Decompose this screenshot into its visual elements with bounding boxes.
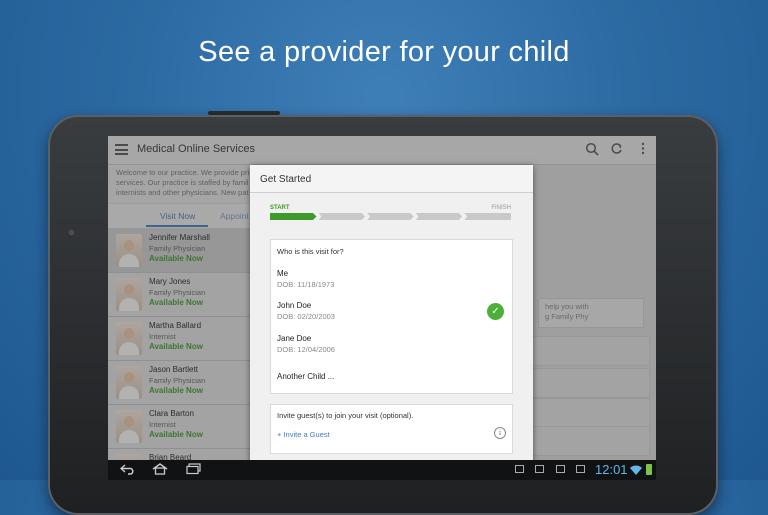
patient-option-me[interactable]: Me DOB: 11/18/1973 bbox=[277, 269, 502, 299]
invite-guest-card: Invite guest(s) to join your visit (opti… bbox=[270, 404, 513, 454]
invite-guest-link[interactable]: + Invite a Guest bbox=[277, 430, 330, 439]
invite-description: Invite guest(s) to join your visit (opti… bbox=[277, 411, 414, 420]
another-child-option[interactable]: Another Child ... bbox=[277, 372, 502, 388]
progress-bar bbox=[270, 213, 511, 220]
patient-select-card: Who is this visit for? Me DOB: 11/18/197… bbox=[270, 239, 513, 394]
patient-option-jane[interactable]: Jane Doe DOB: 12/04/2006 bbox=[277, 334, 502, 364]
patient-name: Jane Doe bbox=[277, 334, 312, 343]
another-child-label: Another Child ... bbox=[277, 372, 335, 381]
patient-dob: DOB: 11/18/1973 bbox=[277, 280, 335, 289]
wifi-icon bbox=[630, 464, 642, 478]
progress-start-label: START bbox=[270, 205, 290, 211]
progress-finish-label: FINISH bbox=[491, 205, 511, 211]
progress-step bbox=[415, 213, 463, 220]
store-icon bbox=[576, 465, 585, 473]
camera-icon bbox=[67, 228, 76, 237]
home-icon[interactable] bbox=[152, 463, 168, 478]
mail-icon bbox=[535, 465, 544, 473]
recent-apps-icon[interactable] bbox=[186, 463, 202, 478]
progress-step bbox=[318, 213, 366, 220]
battery-icon bbox=[646, 464, 652, 475]
patient-name: Me bbox=[277, 269, 289, 278]
headline: See a provider for your child bbox=[198, 36, 570, 68]
patient-dob: DOB: 02/20/2003 bbox=[277, 312, 335, 321]
clock: 12:01 bbox=[595, 462, 628, 477]
check-icon: ✓ bbox=[487, 303, 504, 320]
back-icon[interactable] bbox=[119, 463, 136, 478]
email-icon bbox=[515, 465, 524, 473]
patient-name: John Doe bbox=[277, 301, 312, 310]
progress-step bbox=[367, 213, 414, 220]
progress-step bbox=[464, 213, 511, 220]
visit-question: Who is this visit for? bbox=[277, 247, 344, 256]
progress-step bbox=[270, 213, 317, 220]
system-bar: 12:01 bbox=[108, 460, 656, 480]
info-icon[interactable]: i bbox=[494, 427, 506, 439]
get-started-dialog: Get Started START FINISH Who is this vis… bbox=[250, 165, 533, 480]
tablet-screen: Medical Online Services Welcome to our p… bbox=[108, 136, 656, 480]
dialog-title: Get Started bbox=[250, 165, 533, 193]
patient-option-john[interactable]: John Doe DOB: 02/20/2003 ✓ bbox=[277, 301, 504, 331]
patient-dob: DOB: 12/04/2006 bbox=[277, 345, 335, 354]
video-icon bbox=[556, 465, 565, 473]
